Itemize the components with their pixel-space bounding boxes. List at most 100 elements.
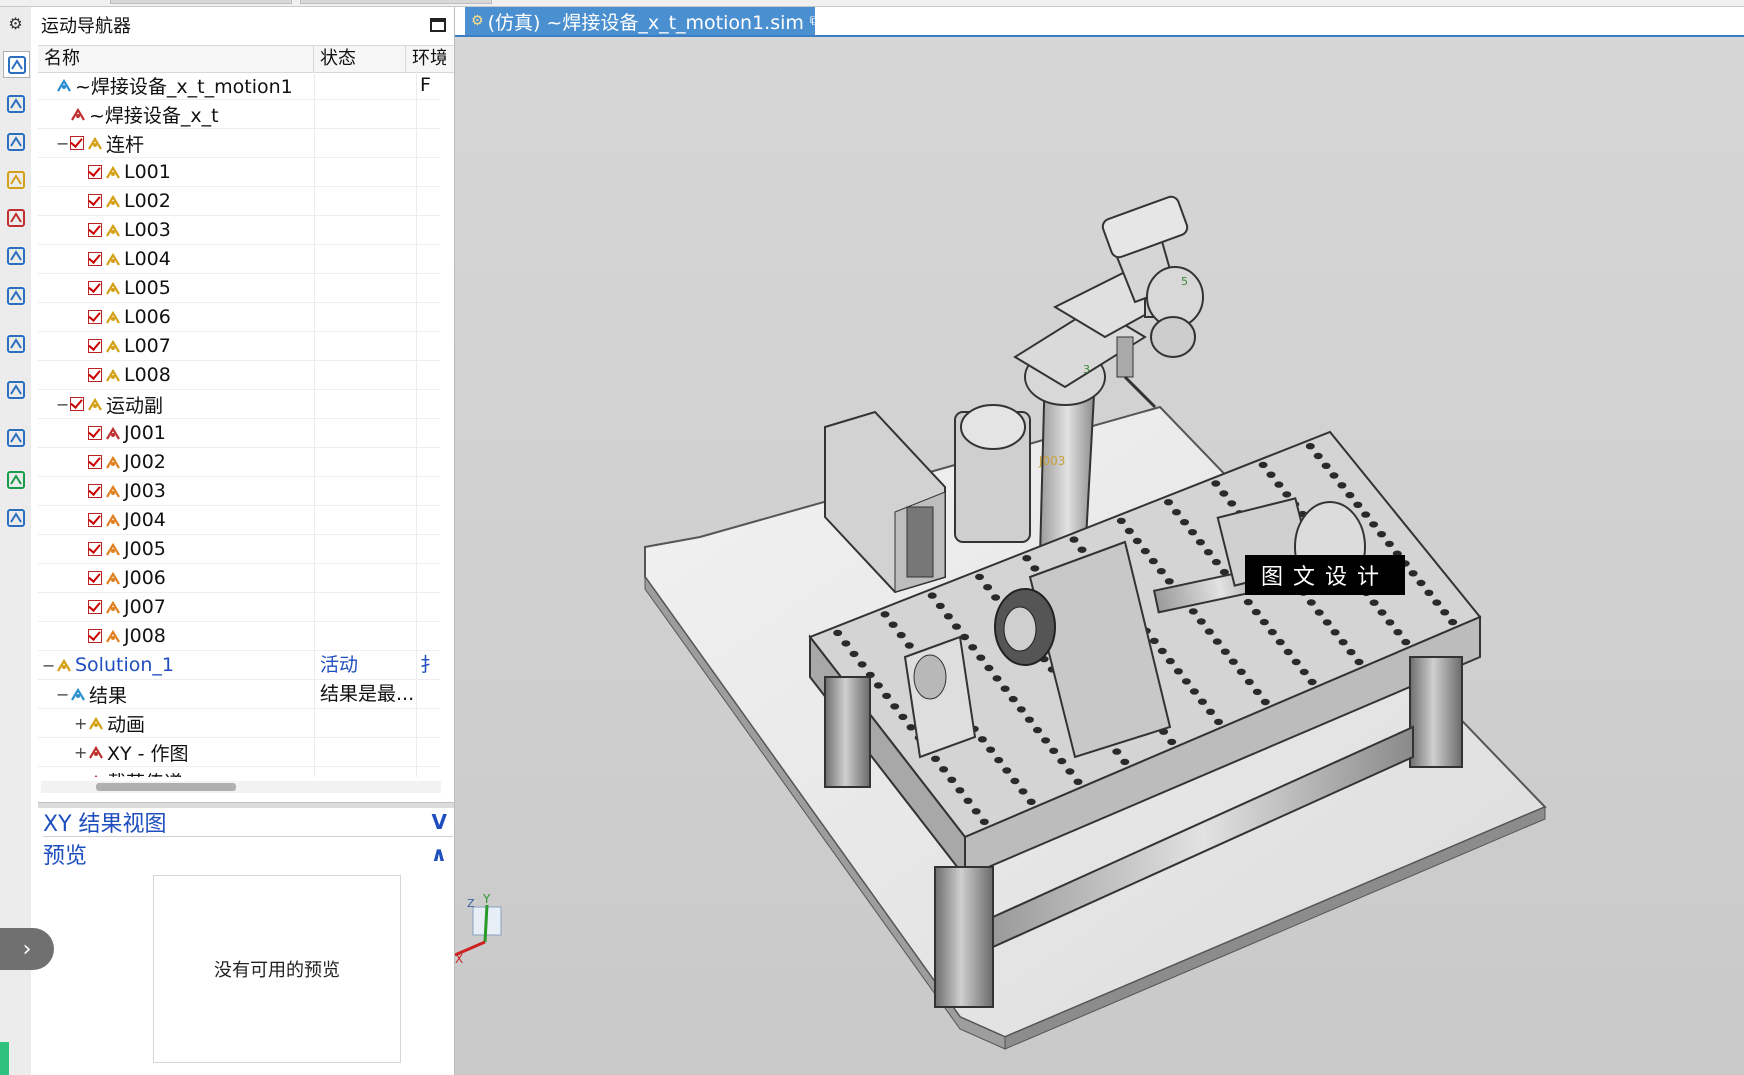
visibility-checkbox[interactable]: [88, 252, 102, 266]
tree-row[interactable]: L007: [38, 332, 440, 361]
collapse-toggle[interactable]: −: [56, 134, 69, 153]
info-icon[interactable]: [3, 331, 28, 356]
visibility-checkbox[interactable]: [88, 542, 102, 556]
collapse-toggle[interactable]: −: [56, 395, 69, 414]
visibility-checkbox[interactable]: [70, 136, 84, 150]
tree-row[interactable]: − 连杆: [38, 129, 440, 158]
visibility-checkbox[interactable]: [88, 281, 102, 295]
animation-icon: [88, 715, 104, 731]
tree-row[interactable]: 载荷传递: [38, 767, 440, 777]
tree-horizontal-scrollbar[interactable]: [41, 781, 441, 793]
maximize-icon[interactable]: [430, 18, 446, 32]
gear-icon[interactable]: ⚙: [3, 11, 28, 36]
tree-row[interactable]: L001: [38, 158, 440, 187]
table-hole: [1124, 527, 1134, 535]
tree-row[interactable]: L003: [38, 216, 440, 245]
tree-row[interactable]: J005: [38, 535, 440, 564]
visibility-checkbox[interactable]: [88, 368, 102, 382]
roles-icon[interactable]: [3, 283, 28, 308]
tree-row[interactable]: ~焊接设备_x_t: [38, 100, 440, 129]
table-hole: [1180, 519, 1189, 526]
tree-row[interactable]: − 结果 结果是最...: [38, 680, 440, 709]
graphics-viewport[interactable]: J003 5 3 Y X Z 图文设计: [455, 37, 1744, 1075]
assembly-navigator-icon[interactable]: [3, 91, 28, 116]
tab-simulation[interactable]: ⚙ (仿真) ~焊接设备_x_t_motion1.sim ⧉ ×: [465, 7, 836, 35]
table-hole: [1384, 540, 1394, 548]
tree-row[interactable]: + XY - 作图: [38, 738, 440, 767]
visibility-checkbox[interactable]: [88, 310, 102, 324]
tree-row[interactable]: L006: [38, 303, 440, 332]
scrollbar-thumb[interactable]: [96, 783, 236, 791]
chevron-down-icon[interactable]: V: [432, 810, 447, 834]
tree-row[interactable]: J004: [38, 506, 440, 535]
welding-equipment-model[interactable]: J003 5 3 Y X Z: [455, 37, 1744, 1075]
tree-row[interactable]: J006: [38, 564, 440, 593]
tree-row[interactable]: L004: [38, 245, 440, 274]
xy-graph-icon: [88, 744, 104, 760]
tree-row[interactable]: L008: [38, 361, 440, 390]
documents-icon[interactable]: [3, 377, 28, 402]
part-navigator-icon[interactable]: [3, 51, 30, 78]
tree-row-label: L002: [124, 190, 171, 212]
table-hole: [896, 631, 906, 639]
tree-row[interactable]: J007: [38, 593, 440, 622]
tree-row[interactable]: − 运动副: [38, 390, 440, 419]
tree-row[interactable]: J003: [38, 477, 440, 506]
tree-row[interactable]: − Solution_1 活动扌: [38, 651, 440, 680]
table-hole: [873, 682, 883, 689]
table-hole: [898, 713, 908, 721]
expand-toggle[interactable]: +: [74, 743, 87, 762]
tree-row[interactable]: L002: [38, 187, 440, 216]
visibility-checkbox[interactable]: [88, 600, 102, 614]
tree-row[interactable]: + 动画: [38, 709, 440, 738]
top-tab-2[interactable]: [300, 0, 492, 4]
visibility-checkbox[interactable]: [88, 426, 102, 440]
table-hole: [1140, 547, 1150, 555]
process-icon[interactable]: [3, 505, 28, 530]
tree-row[interactable]: ~焊接设备_x_t_motion1 F: [38, 71, 440, 100]
visibility-checkbox[interactable]: [88, 339, 102, 353]
motion-icon[interactable]: [3, 205, 28, 230]
close-icon[interactable]: ×: [824, 13, 836, 29]
tree-row-status: [315, 506, 417, 534]
view-triad[interactable]: Y X Z: [455, 892, 502, 966]
tree-row[interactable]: J008: [38, 622, 440, 651]
table-hole: [833, 629, 843, 637]
collapse-toggle[interactable]: −: [42, 656, 55, 675]
reuse-library-icon[interactable]: [3, 243, 28, 268]
visibility-checkbox[interactable]: [88, 484, 102, 498]
pin-icon[interactable]: ⧉: [810, 13, 820, 29]
tree-row-label: 载荷传递: [107, 768, 183, 778]
column-header-env[interactable]: 环境: [406, 46, 446, 72]
part-tree-icon[interactable]: [3, 167, 28, 192]
top-tab-1[interactable]: [110, 0, 292, 4]
tree-row-status: [315, 419, 417, 447]
table-hole: [1424, 589, 1434, 596]
palette-icon[interactable]: [3, 467, 28, 492]
chevron-up-icon[interactable]: ∧: [431, 842, 447, 866]
visibility-checkbox[interactable]: [88, 194, 102, 208]
tree-row[interactable]: L005: [38, 274, 440, 303]
expand-rail-button[interactable]: ›: [0, 928, 54, 970]
table-hole: [1033, 726, 1042, 734]
tree-row[interactable]: J001: [38, 419, 440, 448]
visibility-checkbox[interactable]: [88, 513, 102, 527]
visibility-checkbox[interactable]: [70, 397, 84, 411]
tree-row[interactable]: J002: [38, 448, 440, 477]
history-icon[interactable]: [3, 425, 28, 450]
table-hole: [1116, 517, 1126, 525]
visibility-checkbox[interactable]: [88, 223, 102, 237]
tree-row-label: 动画: [107, 713, 146, 736]
column-header-name[interactable]: 名称: [38, 46, 314, 72]
visibility-checkbox[interactable]: [88, 571, 102, 585]
constraint-navigator-icon[interactable]: [3, 129, 28, 154]
visibility-checkbox[interactable]: [88, 455, 102, 469]
preview-header[interactable]: 预览 ∧: [43, 839, 453, 869]
xy-result-view-header[interactable]: XY 结果视图 V: [43, 807, 453, 837]
visibility-checkbox[interactable]: [88, 629, 102, 643]
expand-toggle[interactable]: +: [74, 714, 87, 733]
collapse-toggle[interactable]: −: [56, 685, 69, 704]
table-hole: [1244, 678, 1254, 686]
visibility-checkbox[interactable]: [88, 165, 102, 179]
column-header-status[interactable]: 状态: [314, 46, 406, 72]
